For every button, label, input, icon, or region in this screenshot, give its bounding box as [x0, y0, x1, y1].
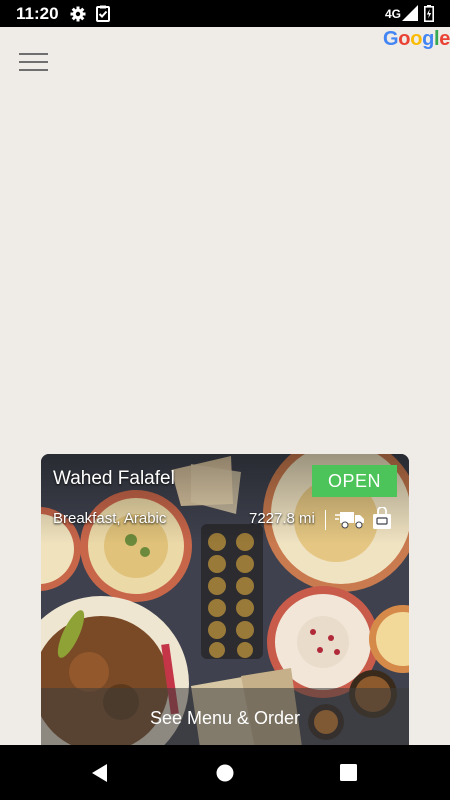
navigation-bar	[0, 745, 450, 800]
google-logo-letter: G	[383, 28, 399, 50]
delivery-truck-icon	[335, 512, 364, 529]
home-icon[interactable]	[215, 763, 235, 783]
status-bar: 11:20 4G	[0, 0, 450, 27]
gear-icon	[70, 6, 86, 22]
back-icon[interactable]	[91, 763, 109, 783]
recent-apps-icon[interactable]	[339, 763, 358, 782]
restaurant-distance: 7227.8 mi	[249, 510, 315, 527]
restaurant-card[interactable]: Wahed Falafel OPEN Breakfast, Arabic 722…	[41, 454, 409, 754]
restaurant-name: Wahed Falafel	[53, 468, 175, 489]
menu-button[interactable]	[18, 50, 50, 74]
status-badge: OPEN	[312, 465, 397, 497]
google-logo: Google	[383, 28, 450, 51]
see-menu-label: See Menu & Order	[149, 708, 301, 728]
battery-icon	[424, 5, 434, 22]
network-type: 4G	[385, 7, 402, 21]
takeaway-bag-icon	[373, 507, 391, 529]
google-logo-letter: e	[439, 28, 450, 50]
google-logo-letter: o	[410, 28, 423, 50]
signal-icon	[402, 5, 418, 21]
status-time: 11:20	[16, 4, 59, 23]
google-logo-letter: g	[422, 28, 435, 50]
google-logo-letter: o	[398, 28, 411, 50]
divider	[325, 510, 326, 530]
restaurant-categories: Breakfast, Arabic	[53, 510, 167, 527]
clipboard-check-icon	[96, 5, 110, 22]
